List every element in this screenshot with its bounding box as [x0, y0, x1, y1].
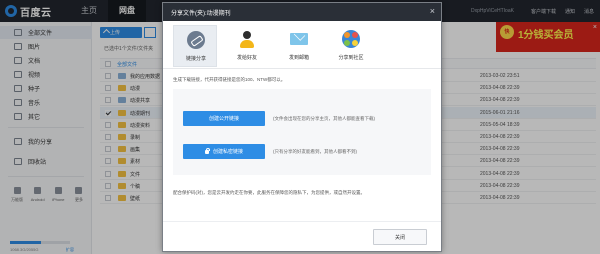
- button-label: 创建公开链接: [208, 116, 239, 122]
- share-dialog: 分享文件(夹):动漫期刊 × 链接分享 发给好友 发到邮箱 分享到社区 生成下载…: [162, 2, 442, 252]
- tab-label: 分享到社区: [338, 55, 364, 61]
- link-options-panel: 创建公开链接 (文件会出现在您的分享主页，其他人都能查看下载) 创建私密链接 (…: [173, 89, 431, 175]
- tab-label: 发给好友: [236, 55, 257, 61]
- close-button[interactable]: 关闭: [373, 229, 427, 245]
- tab-link-share[interactable]: 链接分享: [173, 25, 217, 67]
- tab-label: 发到邮箱: [288, 55, 309, 61]
- private-link-description: (只有分享的好友能看到，其他人都看不到): [273, 149, 357, 154]
- social-icon: [342, 30, 360, 48]
- dialog-close-icon[interactable]: ×: [430, 6, 435, 16]
- button-label: 创建私密链接: [212, 149, 243, 155]
- tab-send-to-friend[interactable]: 发给好友: [225, 25, 269, 67]
- dialog-titlebar[interactable]: 分享文件(夹):动漫期刊 ×: [163, 3, 441, 21]
- public-link-description: (文件会出现在您的分享主页，其他人都能查看下载): [273, 116, 375, 121]
- tab-label: 链接分享: [185, 56, 206, 62]
- create-public-link-button[interactable]: 创建公开链接: [183, 111, 265, 126]
- tab-send-to-email[interactable]: 发到邮箱: [277, 25, 321, 67]
- dialog-footer-divider: [163, 221, 441, 222]
- create-private-link-button[interactable]: 创建私密链接: [183, 144, 265, 159]
- share-method-tabs: 链接分享 发给好友 发到邮箱 分享到社区: [163, 21, 441, 69]
- link-icon: [187, 31, 205, 49]
- dialog-description: 生成下载链接，代开获得链接是您的100、NTW都可以。: [173, 77, 286, 82]
- mail-icon: [290, 33, 308, 45]
- lock-icon: [204, 147, 210, 154]
- dialog-title: 分享文件(夹):动漫期刊: [171, 11, 231, 17]
- dialog-note: 配合保护码(对)，您是云开发约走在你要，此服务在保障您的隐私下，为您提供，或自然…: [173, 190, 365, 195]
- friend-icon: [238, 30, 256, 48]
- tab-share-to-community[interactable]: 分享到社区: [329, 25, 373, 67]
